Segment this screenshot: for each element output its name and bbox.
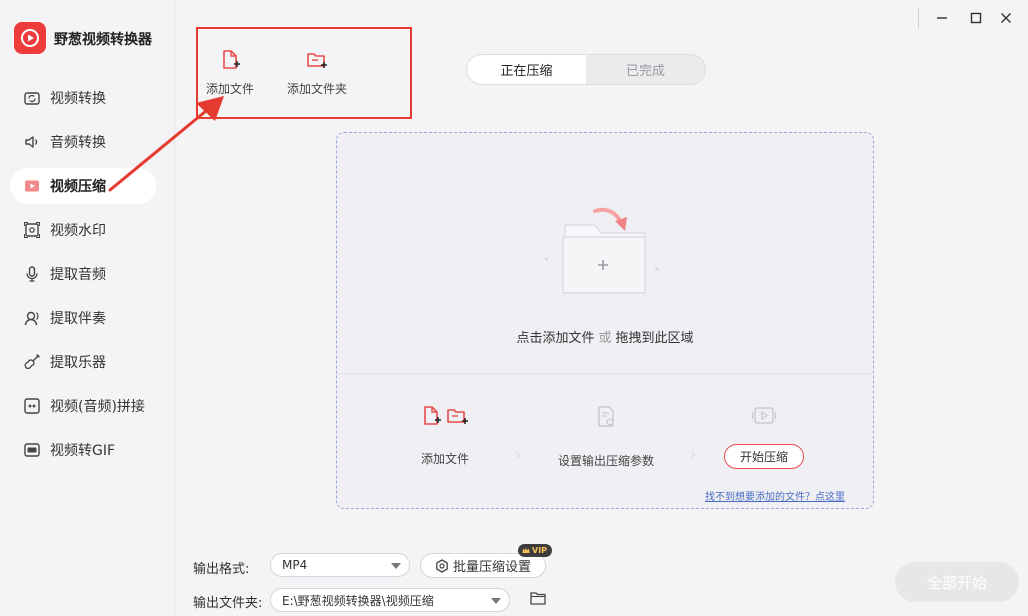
headphone-icon [22, 308, 42, 328]
tab-completed[interactable]: 已完成 [586, 55, 705, 84]
merge-icon [22, 396, 42, 416]
vip-badge-label: VIP [532, 546, 548, 555]
drop-prompt-drag: 拖拽到此区域 [615, 331, 694, 346]
batch-compress-label: 批量压缩设置 [452, 560, 531, 575]
gif-icon [22, 440, 42, 460]
add-folder-illustration-icon [545, 207, 659, 294]
chevron-down-icon [391, 563, 401, 569]
output-format-value: MP4 [282, 558, 308, 572]
sidebar-item-video-watermark[interactable]: 视频水印 [10, 212, 156, 248]
speaker-icon [22, 132, 42, 152]
folder-icon [530, 590, 546, 609]
drop-prompt: 点击添加文件或拖拽到此区域 [337, 327, 873, 346]
sidebar-item-label: 视频(音频)拼接 [50, 399, 145, 415]
guitar-icon [22, 352, 42, 372]
output-format-select[interactable]: MP4 [270, 553, 410, 577]
chevron-down-icon [491, 598, 501, 604]
sidebar-item-label: 视频转换 [50, 91, 106, 107]
sidebar-item-label: 视频压缩 [50, 179, 106, 195]
sidebar-item-label: 提取音频 [50, 267, 106, 283]
vip-badge: VIP [518, 544, 553, 557]
minimize-button[interactable] [929, 6, 955, 30]
add-file-icon [219, 49, 241, 75]
status-tabs: 正在压缩 已完成 [466, 54, 706, 85]
output-format-label: 输出格式: [193, 562, 250, 577]
settings-gear-icon [435, 558, 449, 573]
step-chevron-icon: › [690, 445, 697, 464]
sidebar-item-extract-accompaniment[interactable]: 提取伴奏 [10, 300, 156, 336]
close-icon [1000, 9, 1012, 28]
tab-compressing[interactable]: 正在压缩 [467, 55, 586, 84]
start-all-button[interactable]: 全部开始 [895, 562, 1019, 602]
add-folder-label: 添加文件夹 [286, 82, 347, 96]
microphone-icon [22, 264, 42, 284]
step-add-file-icon [420, 405, 442, 430]
start-compress-button[interactable]: 开始压缩 [724, 444, 804, 469]
maximize-icon [970, 9, 982, 28]
crown-icon [522, 547, 530, 554]
step-settings-label: 设置输出压缩参数 [557, 454, 654, 468]
output-folder-value: E:\野葱视频转换器\视频压缩 [282, 593, 434, 608]
output-folder-select[interactable]: E:\野葱视频转换器\视频压缩 [270, 588, 510, 612]
sidebar-item-extract-audio[interactable]: 提取音频 [10, 256, 156, 292]
file-drop-zone[interactable]: 点击添加文件或拖拽到此区域 添加文件 › 设置输出压缩参数 › 开始压缩 找不到… [336, 132, 874, 509]
drop-prompt-click: 点击添加文件 [516, 331, 595, 346]
sidebar-item-label: 视频水印 [50, 223, 106, 239]
sidebar-item-merge[interactable]: 视频(音频)拼接 [10, 388, 156, 424]
close-button[interactable] [993, 6, 1019, 30]
sidebar-item-label: 视频转GIF [50, 443, 116, 459]
sidebar-item-video-to-gif[interactable]: 视频转GIF [10, 432, 156, 468]
step-settings: 设置输出压缩参数 [551, 405, 661, 469]
video-convert-icon [22, 88, 42, 108]
sidebar-item-label: 提取伴奏 [50, 311, 106, 327]
app-logo-icon [14, 22, 46, 54]
watermark-icon [22, 220, 42, 240]
step-add-file-label: 添加文件 [420, 452, 469, 466]
sidebar-item-label: 提取乐器 [50, 355, 106, 371]
drop-prompt-or: 或 [598, 331, 612, 346]
add-folder-button[interactable]: 添加文件夹 [277, 49, 357, 99]
output-folder-label: 输出文件夹: [193, 596, 263, 611]
sidebar-item-label: 音频转换 [50, 135, 106, 151]
minimize-icon [936, 9, 948, 28]
sidebar-item-extract-instrument[interactable]: 提取乐器 [10, 344, 156, 380]
app-title: 野葱视频转换器 [54, 32, 152, 48]
step-add-folder-icon [446, 405, 470, 430]
video-compress-step-icon [751, 407, 777, 430]
dropzone-divider [337, 373, 873, 374]
add-folder-icon [306, 49, 328, 75]
help-link[interactable]: 找不到想要添加的文件？点这里 [705, 488, 845, 503]
settings-doc-icon [595, 405, 617, 432]
step-chevron-icon: › [515, 445, 522, 464]
video-compress-icon [22, 176, 42, 196]
step-start [744, 405, 784, 430]
open-folder-button[interactable] [529, 590, 547, 608]
pointer-arrow-icon [108, 96, 224, 192]
maximize-button[interactable] [963, 6, 989, 30]
window-controls-divider [918, 8, 919, 28]
step-add-file: 添加文件 [415, 405, 475, 467]
